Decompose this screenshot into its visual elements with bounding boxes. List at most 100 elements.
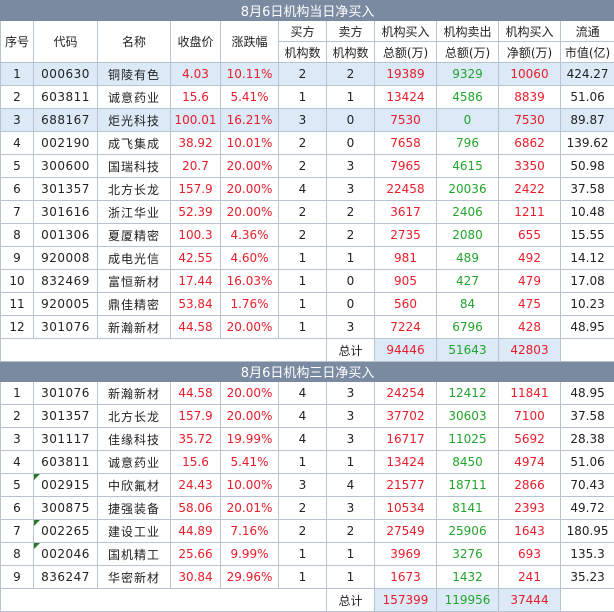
- float-cap: 49.72: [561, 497, 614, 520]
- net-buy: 655: [499, 224, 561, 247]
- row-index: 1: [1, 382, 34, 405]
- stock-code: 300600: [34, 155, 98, 178]
- sell-total: 84: [437, 293, 499, 316]
- stock-code: 002915: [34, 474, 98, 497]
- close-price: 157.9: [171, 405, 221, 428]
- seller-count: 0: [327, 270, 375, 293]
- change-percent: 10.01%: [221, 132, 279, 155]
- float-cap: 14.12: [561, 247, 614, 270]
- net-buy: 5692: [499, 428, 561, 451]
- buy-total: 905: [375, 270, 437, 293]
- sell-total: 8450: [437, 451, 499, 474]
- seller-count: 3: [327, 382, 375, 405]
- buy-total: 981: [375, 247, 437, 270]
- float-cap: 135.3: [561, 543, 614, 566]
- stock-code: 301076: [34, 316, 98, 339]
- buy-total: 27549: [375, 520, 437, 543]
- buyer-count: 4: [279, 428, 327, 451]
- table-row: 11920005鼎佳精密53.841.76%105608447510.23: [1, 293, 614, 316]
- change-percent: 20.00%: [221, 201, 279, 224]
- table-row: 8002046国机精工25.669.99%1139693276693135.3: [1, 543, 614, 566]
- net-buy: 693: [499, 543, 561, 566]
- float-cap: 17.08: [561, 270, 614, 293]
- net-buy: 8839: [499, 86, 561, 109]
- stock-name: 北方长龙: [98, 405, 171, 428]
- stock-code: 301357: [34, 405, 98, 428]
- net-buy: 2866: [499, 474, 561, 497]
- buy-total: 7224: [375, 316, 437, 339]
- float-cap: 10.48: [561, 201, 614, 224]
- stock-code: 920008: [34, 247, 98, 270]
- row-index: 7: [1, 201, 34, 224]
- table-row: 4603811诚意药业15.65.41%11134248450497451.06: [1, 451, 614, 474]
- stock-name: 炬光科技: [98, 109, 171, 132]
- row-index: 12: [1, 316, 34, 339]
- sell-total: 6796: [437, 316, 499, 339]
- float-cap: 10.23: [561, 293, 614, 316]
- float-cap: 50.98: [561, 155, 614, 178]
- table-row: 9836247华密新材30.8429.96%111673143224135.23: [1, 566, 614, 589]
- col-header-sell-total: 机构卖出: [437, 21, 499, 42]
- buyer-count: 4: [279, 405, 327, 428]
- net-buy: 479: [499, 270, 561, 293]
- stock-code: 301076: [34, 382, 98, 405]
- stock-name: 新瀚新材: [98, 316, 171, 339]
- close-price: 38.92: [171, 132, 221, 155]
- buyer-count: 1: [279, 543, 327, 566]
- table-row: 1000630铜陵有色4.0310.11%2219389932910060424…: [1, 63, 614, 86]
- float-cap: 28.38: [561, 428, 614, 451]
- sell-total: 11025: [437, 428, 499, 451]
- table-row: 3688167炬光科技100.0116.21%3075300753089.87: [1, 109, 614, 132]
- total-label: 总计: [327, 589, 375, 612]
- col-header-index: 序号: [1, 21, 34, 63]
- change-percent: 5.41%: [221, 451, 279, 474]
- stock-name: 新瀚新材: [98, 382, 171, 405]
- close-price: 157.9: [171, 178, 221, 201]
- net-buy: 475: [499, 293, 561, 316]
- total-sell: 119956: [437, 589, 499, 612]
- close-price: 42.55: [171, 247, 221, 270]
- buyer-count: 2: [279, 132, 327, 155]
- seller-count: 0: [327, 132, 375, 155]
- stock-name: 佳缘科技: [98, 428, 171, 451]
- net-buy: 2422: [499, 178, 561, 201]
- close-price: 20.7: [171, 155, 221, 178]
- buyer-count: 3: [279, 109, 327, 132]
- row-index: 6: [1, 497, 34, 520]
- buyer-count: 1: [279, 270, 327, 293]
- seller-count: 3: [327, 497, 375, 520]
- close-price: 25.66: [171, 543, 221, 566]
- seller-count: 3: [327, 428, 375, 451]
- stock-code: 000630: [34, 63, 98, 86]
- change-percent: 4.36%: [221, 224, 279, 247]
- table-title-row: 8月6日机构当日净买入: [1, 1, 614, 21]
- close-price: 100.01: [171, 109, 221, 132]
- sell-total: 4615: [437, 155, 499, 178]
- col-header-buy-total: 机构买入: [375, 21, 437, 42]
- buy-total: 10534: [375, 497, 437, 520]
- change-percent: 20.00%: [221, 405, 279, 428]
- buy-total: 19389: [375, 63, 437, 86]
- buy-total: 560: [375, 293, 437, 316]
- buy-total: 7530: [375, 109, 437, 132]
- col-header-net-buy: 机构买入: [499, 21, 561, 42]
- col-subheader-buy-total: 总额(万): [375, 42, 437, 63]
- row-index: 2: [1, 405, 34, 428]
- total-net: 37444: [499, 589, 561, 612]
- col-header-name: 名称: [98, 21, 171, 63]
- change-percent: 16.03%: [221, 270, 279, 293]
- stock-name: 建设工业: [98, 520, 171, 543]
- float-cap: 180.95: [561, 520, 614, 543]
- row-index: 3: [1, 109, 34, 132]
- buy-total: 2735: [375, 224, 437, 247]
- buy-total: 22458: [375, 178, 437, 201]
- sell-total: 20036: [437, 178, 499, 201]
- float-cap: 89.87: [561, 109, 614, 132]
- stock-name: 鼎佳精密: [98, 293, 171, 316]
- stock-code: 300875: [34, 497, 98, 520]
- float-cap: 48.95: [561, 316, 614, 339]
- total-spacer-end: [561, 339, 614, 362]
- table-row: 4002190成飞集成38.9210.01%2076587966862139.6…: [1, 132, 614, 155]
- close-price: 30.84: [171, 566, 221, 589]
- sell-total: 0: [437, 109, 499, 132]
